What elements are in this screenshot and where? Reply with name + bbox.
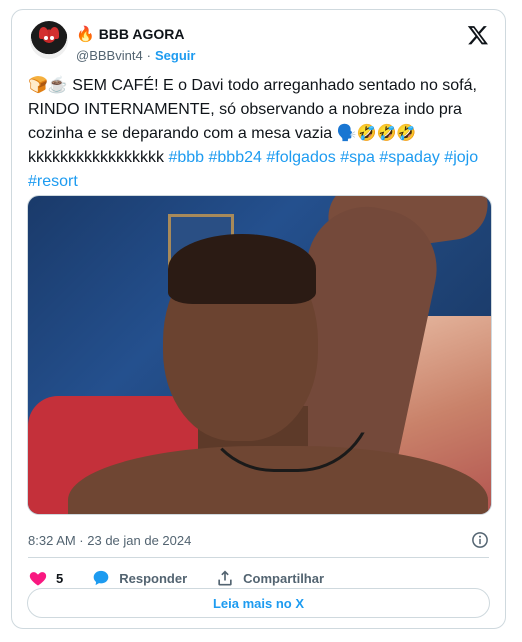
share-icon <box>218 570 232 586</box>
share-button[interactable]: Compartilhar <box>215 568 324 588</box>
tweet-card: 🔥 BBB AGORA @BBBvint4 · Seguir 🍞☕ SEM CA… <box>11 9 506 629</box>
heart-icon <box>29 572 47 586</box>
reply-bubble-icon <box>93 570 109 586</box>
hashtag-spa[interactable]: #spa <box>340 149 375 166</box>
follow-button[interactable]: Seguir <box>155 48 195 63</box>
author-name-row: 🔥 BBB AGORA <box>76 26 185 42</box>
hashtag-bbb[interactable]: #bbb <box>168 149 204 166</box>
read-more-button[interactable]: Leia mais no X <box>27 588 490 618</box>
avatar-eye-left <box>44 36 48 40</box>
author-display-name[interactable]: BBB AGORA <box>99 26 185 42</box>
x-logo-icon[interactable] <box>467 24 489 46</box>
avatar-eye-right <box>50 36 54 40</box>
like-button[interactable]: 5 <box>28 568 63 588</box>
hashtag-resort[interactable]: #resort <box>28 173 78 190</box>
like-count: 5 <box>56 570 64 586</box>
share-label: Compartilhar <box>243 570 325 586</box>
hashtag-bbb24[interactable]: #bbb24 <box>209 149 262 166</box>
handle-separator: · <box>146 48 152 63</box>
info-icon[interactable] <box>471 531 489 549</box>
hashtag-spaday[interactable]: #spaday <box>379 149 440 166</box>
photo-hair <box>168 234 316 304</box>
reply-label: Responder <box>119 570 188 586</box>
hashtag-folgados[interactable]: #folgados <box>266 149 335 166</box>
author-handle[interactable]: @BBBvint4 <box>76 48 143 63</box>
reply-button[interactable]: Responder <box>91 568 187 588</box>
author-handle-row: @BBBvint4 · Seguir <box>76 48 195 63</box>
actions-divider <box>28 557 489 558</box>
tweet-text: 🍞☕ SEM CAFÉ! E o Davi todo arreganhado s… <box>28 74 494 194</box>
tweet-photo[interactable] <box>27 195 492 515</box>
tweet-timestamp[interactable]: 8:32 AM · 23 de jan de 2024 <box>28 533 191 548</box>
hashtag-jojo[interactable]: #jojo <box>444 149 478 166</box>
fire-emoji-icon: 🔥 <box>76 25 95 43</box>
author-avatar[interactable] <box>30 21 68 59</box>
